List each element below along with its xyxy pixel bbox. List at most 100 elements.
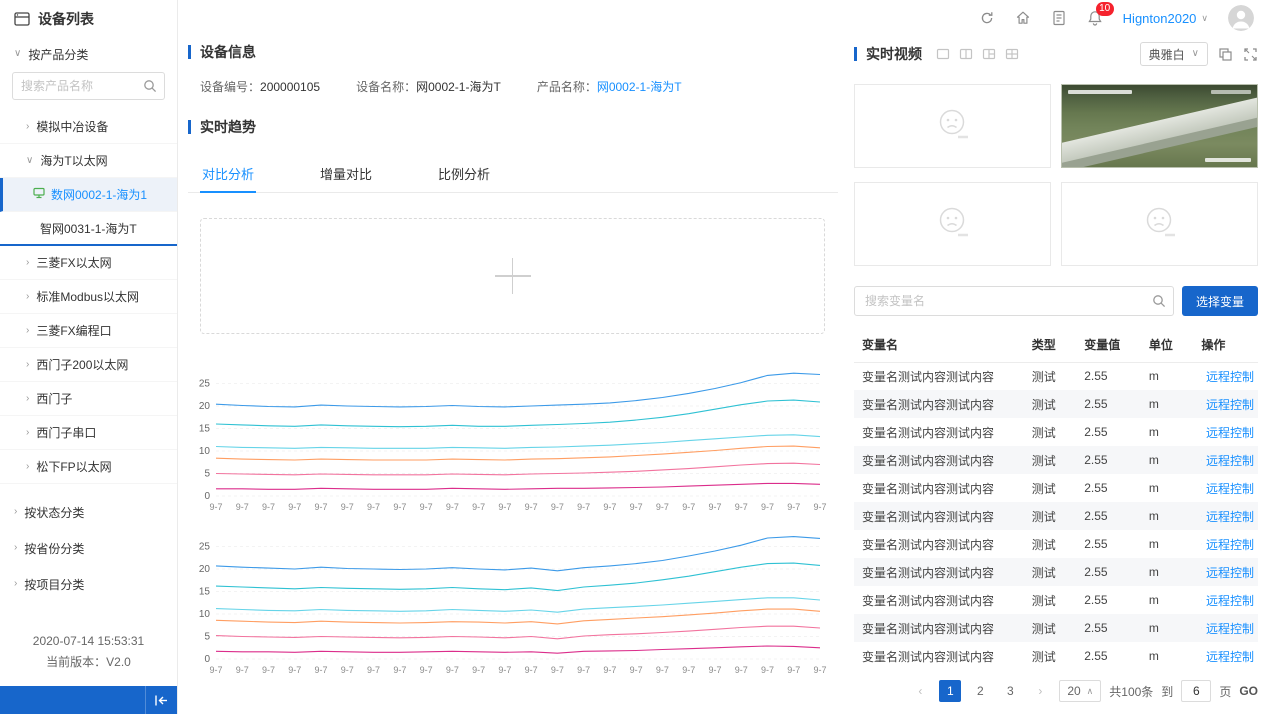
layers-button[interactable] [1218,47,1233,62]
sidebar-title: 设备列表 [38,9,94,29]
tree-item-9[interactable]: ›西门子串口 [0,416,177,450]
cell-action: 远程控制 [1197,390,1258,418]
svg-text:9-7: 9-7 [813,502,826,512]
tree-item-10[interactable]: ›松下FP以太网 [0,450,177,484]
remote-control-link[interactable]: 远程控制 [1201,536,1254,553]
fullscreen-button[interactable] [1243,47,1258,62]
home-button[interactable] [1015,10,1031,26]
tree-item-7[interactable]: ›西门子200以太网 [0,348,177,382]
remote-control-link[interactable]: 远程控制 [1201,480,1254,497]
remote-control-link[interactable]: 远程控制 [1201,564,1254,581]
page-size-select[interactable]: 20∧ [1059,680,1101,702]
remote-control-link[interactable]: 远程控制 [1201,452,1254,469]
sidebar-section-label: 按状态分类 [24,504,84,521]
remote-control-link[interactable]: 远程控制 [1201,620,1254,637]
layout-single-button[interactable] [936,47,950,61]
add-chart-dropzone[interactable] [200,218,825,334]
field-value[interactable]: 网0002-1-海为T [597,80,682,94]
refresh-button[interactable] [979,10,995,26]
search-icon[interactable] [1152,294,1166,308]
page-button-1[interactable]: 1 [939,680,961,702]
cell-unit: m [1145,586,1198,614]
cell-unit: m [1145,558,1198,586]
svg-text:9-7: 9-7 [367,665,380,675]
remote-control-link[interactable]: 远程控制 [1201,424,1254,441]
remote-control-icon [1201,594,1202,606]
variables-table: 变量名类型变量值单位操作 变量名测试内容测试内容测试2.55m远程控制变量名测试… [854,328,1258,670]
table-row: 变量名测试内容测试内容测试2.55m远程控制 [854,530,1258,558]
jump-page-input[interactable] [1181,680,1211,702]
cell-unit: m [1145,502,1198,530]
caret-down-icon: ∨ [26,156,33,166]
table-row: 变量名测试内容测试内容测试2.55m远程控制 [854,586,1258,614]
video-slot-3[interactable] [854,182,1051,266]
svg-text:15: 15 [199,424,211,435]
svg-text:9-7: 9-7 [630,502,643,512]
content: 设备信息 设备编号：200000105设备名称：网0002-1-海为T产品名称：… [178,36,1268,714]
tree-item-8[interactable]: ›西门子 [0,382,177,416]
chevron-down-icon: ∨ [1201,13,1208,24]
sidebar-section-2[interactable]: ›按项目分类 [0,566,177,602]
layout-two-button[interactable] [959,47,973,61]
tree-item-4[interactable]: ›三菱FX以太网 [0,246,177,280]
remote-control-link[interactable]: 远程控制 [1201,648,1254,665]
remote-control-link[interactable]: 远程控制 [1201,592,1254,609]
variable-search-input[interactable] [854,286,1174,316]
svg-text:0: 0 [204,654,210,665]
layers-icon [1218,47,1233,62]
video-slot-4[interactable] [1061,182,1258,266]
remote-control-link[interactable]: 远程控制 [1201,396,1254,413]
tree-item-3[interactable]: 智网0031-1-海为T [0,212,177,246]
cell-action: 远程控制 [1197,614,1258,642]
cell-variable-name: 变量名测试内容测试内容 [854,362,1028,390]
trend-tab-2[interactable]: 比例分析 [436,155,492,192]
page-button-2[interactable]: 2 [969,680,991,702]
sidebar-section-1[interactable]: ›按省份分类 [0,530,177,566]
svg-text:9-7: 9-7 [787,665,800,675]
cell-type: 测试 [1028,642,1081,670]
tree-item-5[interactable]: ›标准Modbus以太网 [0,280,177,314]
cell-value: 2.55 [1080,558,1145,586]
trend-tab-0[interactable]: 对比分析 [200,155,256,192]
layout-four-button[interactable] [1005,47,1019,61]
go-button[interactable]: GO [1239,684,1258,698]
prev-page-button[interactable]: ‹ [909,680,931,702]
next-page-button[interactable]: › [1029,680,1051,702]
select-variable-button[interactable]: 选择变量 [1182,286,1258,316]
remote-control-icon [1201,622,1202,634]
avatar[interactable] [1228,5,1254,31]
theme-select[interactable]: 典雅白 ∨ [1140,42,1208,66]
sidebar-section-0[interactable]: ›按状态分类 [0,494,177,530]
caret-right-icon: › [14,543,17,553]
cell-action: 远程控制 [1197,362,1258,390]
tree-item-6[interactable]: ›三菱FX编程口 [0,314,177,348]
svg-text:9-7: 9-7 [393,665,406,675]
layout-three-button[interactable] [982,47,996,61]
video-slot-2[interactable] [1061,84,1258,168]
page-button-3[interactable]: 3 [999,680,1021,702]
svg-text:9-7: 9-7 [420,502,433,512]
cell-unit: m [1145,446,1198,474]
remote-control-link[interactable]: 远程控制 [1201,368,1254,385]
layout-three-icon [982,47,996,61]
trend-chart-1: 05101520259-79-79-79-79-79-79-79-79-79-7… [190,362,838,517]
tree-item-label: 西门子200以太网 [36,356,128,373]
table-row: 变量名测试内容测试内容测试2.55m远程控制 [854,418,1258,446]
video-osd-text [1068,90,1132,94]
layout-single-icon [936,47,950,61]
collapse-sidebar-button[interactable] [145,686,177,714]
notifications-button[interactable]: 10 [1087,10,1103,26]
tree-item-0[interactable]: ›模拟中冶设备 [0,110,177,144]
section-by-product[interactable]: ∨ 按产品分类 [0,38,177,70]
tree-item-1[interactable]: ∨海为T以太网 [0,144,177,178]
search-icon[interactable] [143,79,157,93]
trend-tab-1[interactable]: 增量对比 [318,155,374,192]
tree-item-2[interactable]: 数网0002-1-海为1 [0,178,177,212]
cell-unit: m [1145,418,1198,446]
video-slot-1[interactable] [854,84,1051,168]
cell-type: 测试 [1028,530,1081,558]
user-menu[interactable]: Hignton2020 ∨ [1123,11,1208,26]
document-button[interactable] [1051,10,1067,26]
user-icon [1228,5,1254,31]
remote-control-link[interactable]: 远程控制 [1201,508,1254,525]
